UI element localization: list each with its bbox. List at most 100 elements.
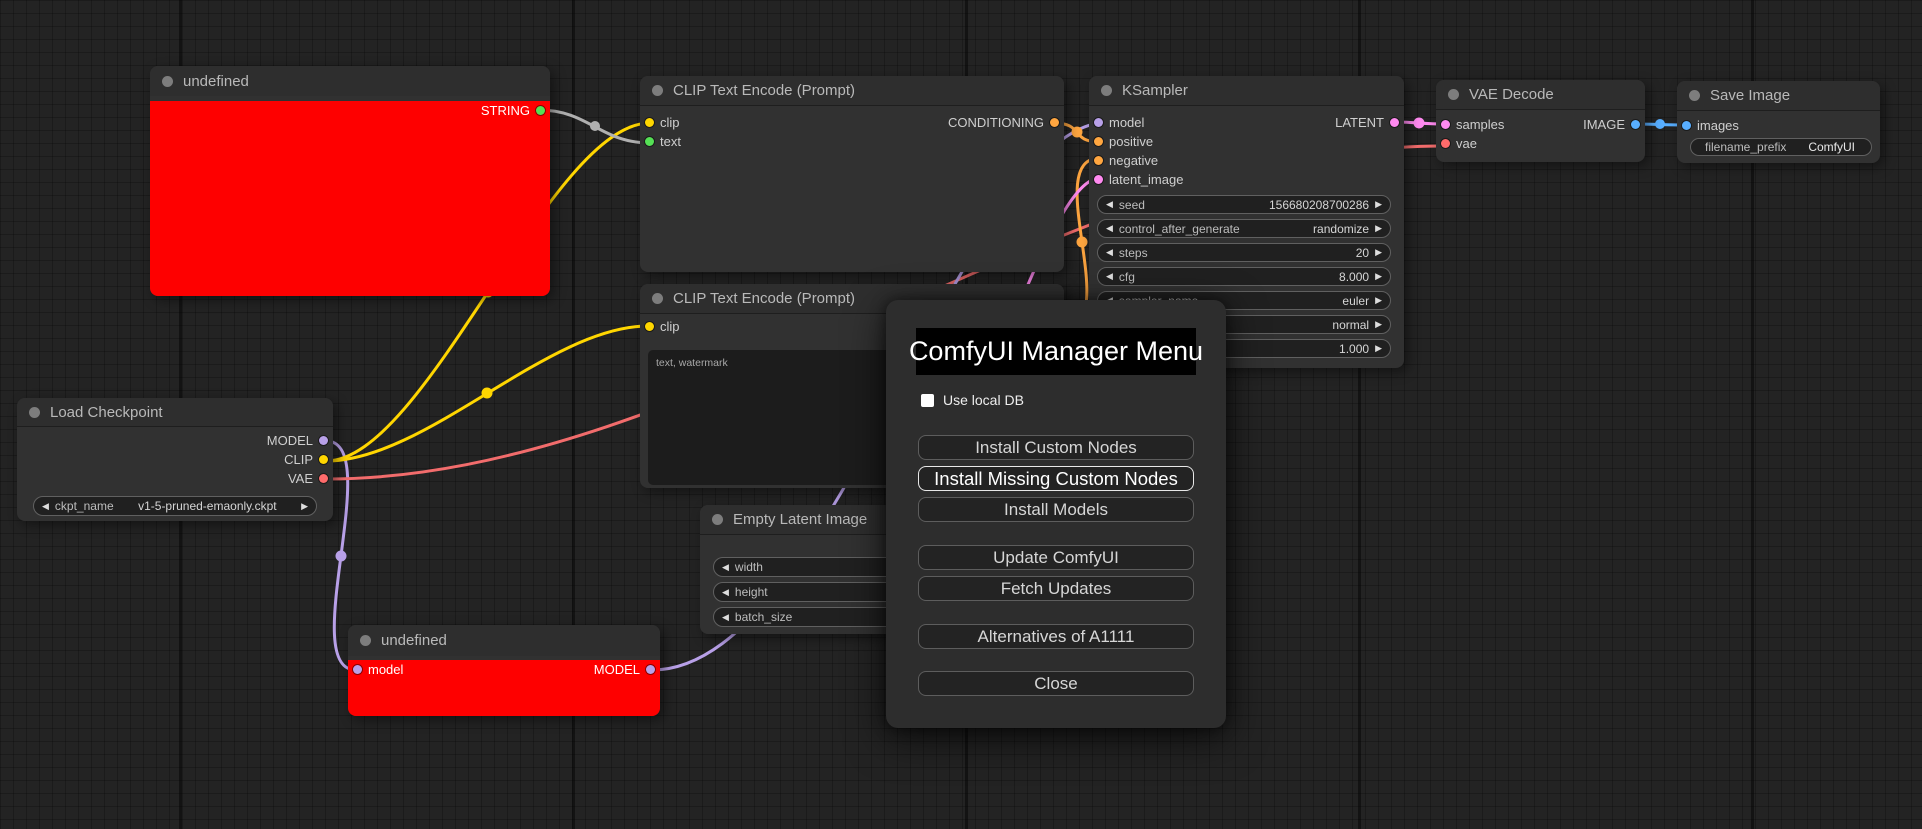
collapse-dot-icon[interactable] [652,85,663,96]
node-title-bar[interactable]: VAE Decode [1436,80,1645,110]
node-title-bar[interactable]: undefined [348,625,660,656]
increment-arrow-icon[interactable]: ▶ [1375,247,1382,258]
install-models-button[interactable]: Install Models [918,497,1194,522]
input-label-model: model [368,662,404,677]
decrement-arrow-icon[interactable]: ◀ [722,587,729,598]
seed-widget[interactable]: ◀ seed 156680208700286 ▶ [1097,195,1391,214]
increment-arrow-icon[interactable]: ▶ [1375,343,1382,354]
input-label-samples: samples [1456,117,1505,132]
collapse-dot-icon[interactable] [712,514,723,525]
decrement-arrow-icon[interactable]: ◀ [1106,199,1113,210]
collapse-dot-icon[interactable] [29,406,40,418]
node-title: Save Image [1710,87,1791,104]
output-slot-vae[interactable] [319,474,328,483]
close-button[interactable]: Close [918,671,1194,696]
node-title-bar[interactable]: undefined [150,66,550,96]
wire-midpoint-dot [1076,236,1088,248]
node-clip-text-encode-1[interactable]: CLIP Text Encode (Prompt) clip CONDITION… [640,76,1064,272]
widget-value: v1-5-pruned-emaonly.ckpt [138,499,277,513]
output-label-model: MODEL [593,662,640,677]
collapse-dot-icon[interactable] [162,75,173,87]
node-title-bar[interactable]: KSampler [1089,76,1404,106]
node-save-image[interactable]: Save Image images filename_prefix ComfyU… [1677,81,1880,163]
node-title-bar[interactable]: CLIP Text Encode (Prompt) [640,76,1064,106]
input-slot-negative[interactable] [1094,156,1103,165]
collapse-dot-icon[interactable] [1101,85,1112,96]
widget-label: batch_size [734,610,793,624]
update-comfyui-button[interactable]: Update ComfyUI [918,545,1194,570]
collapse-dot-icon[interactable] [1448,89,1459,100]
install-missing-custom-nodes-button[interactable]: Install Missing Custom Nodes [918,466,1194,491]
control-after-generate-widget[interactable]: ◀ control_after_generate randomize ▶ [1097,219,1391,238]
output-slot-model[interactable] [319,436,328,445]
input-slot-positive[interactable] [1094,137,1103,146]
increment-arrow-icon[interactable]: ▶ [1375,319,1382,330]
node-title-bar[interactable]: Load Checkpoint [17,398,333,427]
decrement-arrow-icon[interactable]: ◀ [722,612,729,623]
widget-value: euler [1342,293,1370,308]
increment-arrow-icon[interactable]: ▶ [301,501,308,512]
output-slot-conditioning[interactable] [1050,118,1059,127]
node-vae-decode[interactable]: VAE Decode samples IMAGE vae [1436,80,1645,162]
decrement-arrow-icon[interactable]: ◀ [42,501,49,512]
increment-arrow-icon[interactable]: ▶ [1375,271,1382,282]
node-undefined-top[interactable]: undefined STRING [150,66,550,296]
output-slot-model[interactable] [646,665,655,674]
collapse-dot-icon[interactable] [1689,90,1700,101]
output-slot-latent[interactable] [1390,118,1399,127]
input-slot-model[interactable] [353,665,362,674]
node-load-checkpoint[interactable]: Load Checkpoint MODEL CLIP VAE ◀ ckpt_na… [17,398,333,521]
widget-value: 156680208700286 [1268,197,1370,212]
collapse-dot-icon[interactable] [360,635,371,646]
decrement-arrow-icon[interactable]: ◀ [1106,247,1113,258]
fetch-updates-button[interactable]: Fetch Updates [918,576,1194,601]
increment-arrow-icon[interactable]: ▶ [1375,199,1382,210]
input-slot-model[interactable] [1094,118,1103,127]
dialog-title: ComfyUI Manager Menu [909,328,1203,375]
widget-value: randomize [1313,221,1370,236]
node-title: undefined [381,632,447,649]
filename-prefix-widget[interactable]: filename_prefix ComfyUI [1690,138,1872,156]
input-slot-latent-image[interactable] [1094,175,1103,184]
wire-midpoint-dot [481,387,493,399]
node-title: Empty Latent Image [733,511,868,528]
wire-midpoint-dot [1413,117,1425,129]
input-label-model: model [1109,115,1145,130]
input-slot-clip[interactable] [645,322,654,331]
increment-arrow-icon[interactable]: ▶ [1375,223,1382,234]
node-title: undefined [183,72,249,90]
output-label-clip: CLIP [284,452,313,467]
increment-arrow-icon[interactable]: ▶ [1375,295,1382,306]
input-label-images: images [1697,118,1739,133]
node-title: CLIP Text Encode (Prompt) [673,290,856,307]
widget-value: 8.000 [1339,269,1370,284]
output-slot-clip[interactable] [319,455,328,464]
steps-widget[interactable]: ◀ steps 20 ▶ [1097,243,1391,262]
input-slot-samples[interactable] [1441,120,1450,129]
output-slot-string[interactable] [536,106,545,115]
widget-label: steps [1118,245,1148,260]
input-slot-vae[interactable] [1441,139,1450,148]
input-slot-images[interactable] [1682,121,1691,130]
cfg-widget[interactable]: ◀ cfg 8.000 ▶ [1097,267,1391,286]
ckpt-name-widget[interactable]: ◀ ckpt_name v1-5-pruned-emaonly.ckpt ▶ [33,496,317,516]
node-undefined-bottom[interactable]: undefined model MODEL [348,625,660,716]
node-title-bar[interactable]: Save Image [1677,81,1880,111]
decrement-arrow-icon[interactable]: ◀ [1106,223,1113,234]
input-slot-clip[interactable] [645,118,654,127]
output-slot-image[interactable] [1631,120,1640,129]
widget-value: 20 [1355,245,1370,260]
widget-value: ComfyUI [1808,140,1855,154]
node-title: VAE Decode [1469,86,1554,103]
alternatives-of-a1111-button[interactable]: Alternatives of A1111 [918,624,1194,649]
decrement-arrow-icon[interactable]: ◀ [1106,271,1113,282]
input-label-positive: positive [1109,134,1154,149]
use-local-db-checkbox[interactable] [921,393,934,407]
wire-midpoint-dot [1655,119,1665,129]
input-slot-text[interactable] [645,137,654,146]
collapse-dot-icon[interactable] [652,293,663,304]
decrement-arrow-icon[interactable]: ◀ [722,562,729,573]
input-label-text: text [660,134,681,149]
install-custom-nodes-button[interactable]: Install Custom Nodes [918,435,1194,460]
node-title: CLIP Text Encode (Prompt) [673,82,856,99]
